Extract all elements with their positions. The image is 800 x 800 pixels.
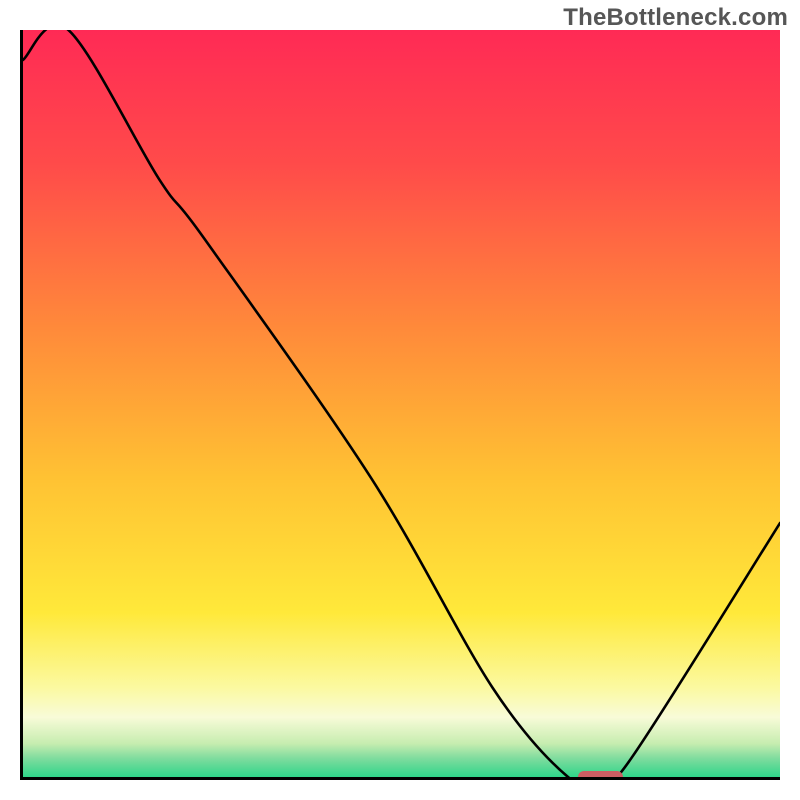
bottleneck-curve [23, 30, 780, 777]
plot-area [20, 30, 780, 780]
optimal-marker [578, 771, 624, 780]
watermark-label: TheBottleneck.com [563, 4, 788, 32]
chart-frame: TheBottleneck.com [0, 0, 800, 800]
